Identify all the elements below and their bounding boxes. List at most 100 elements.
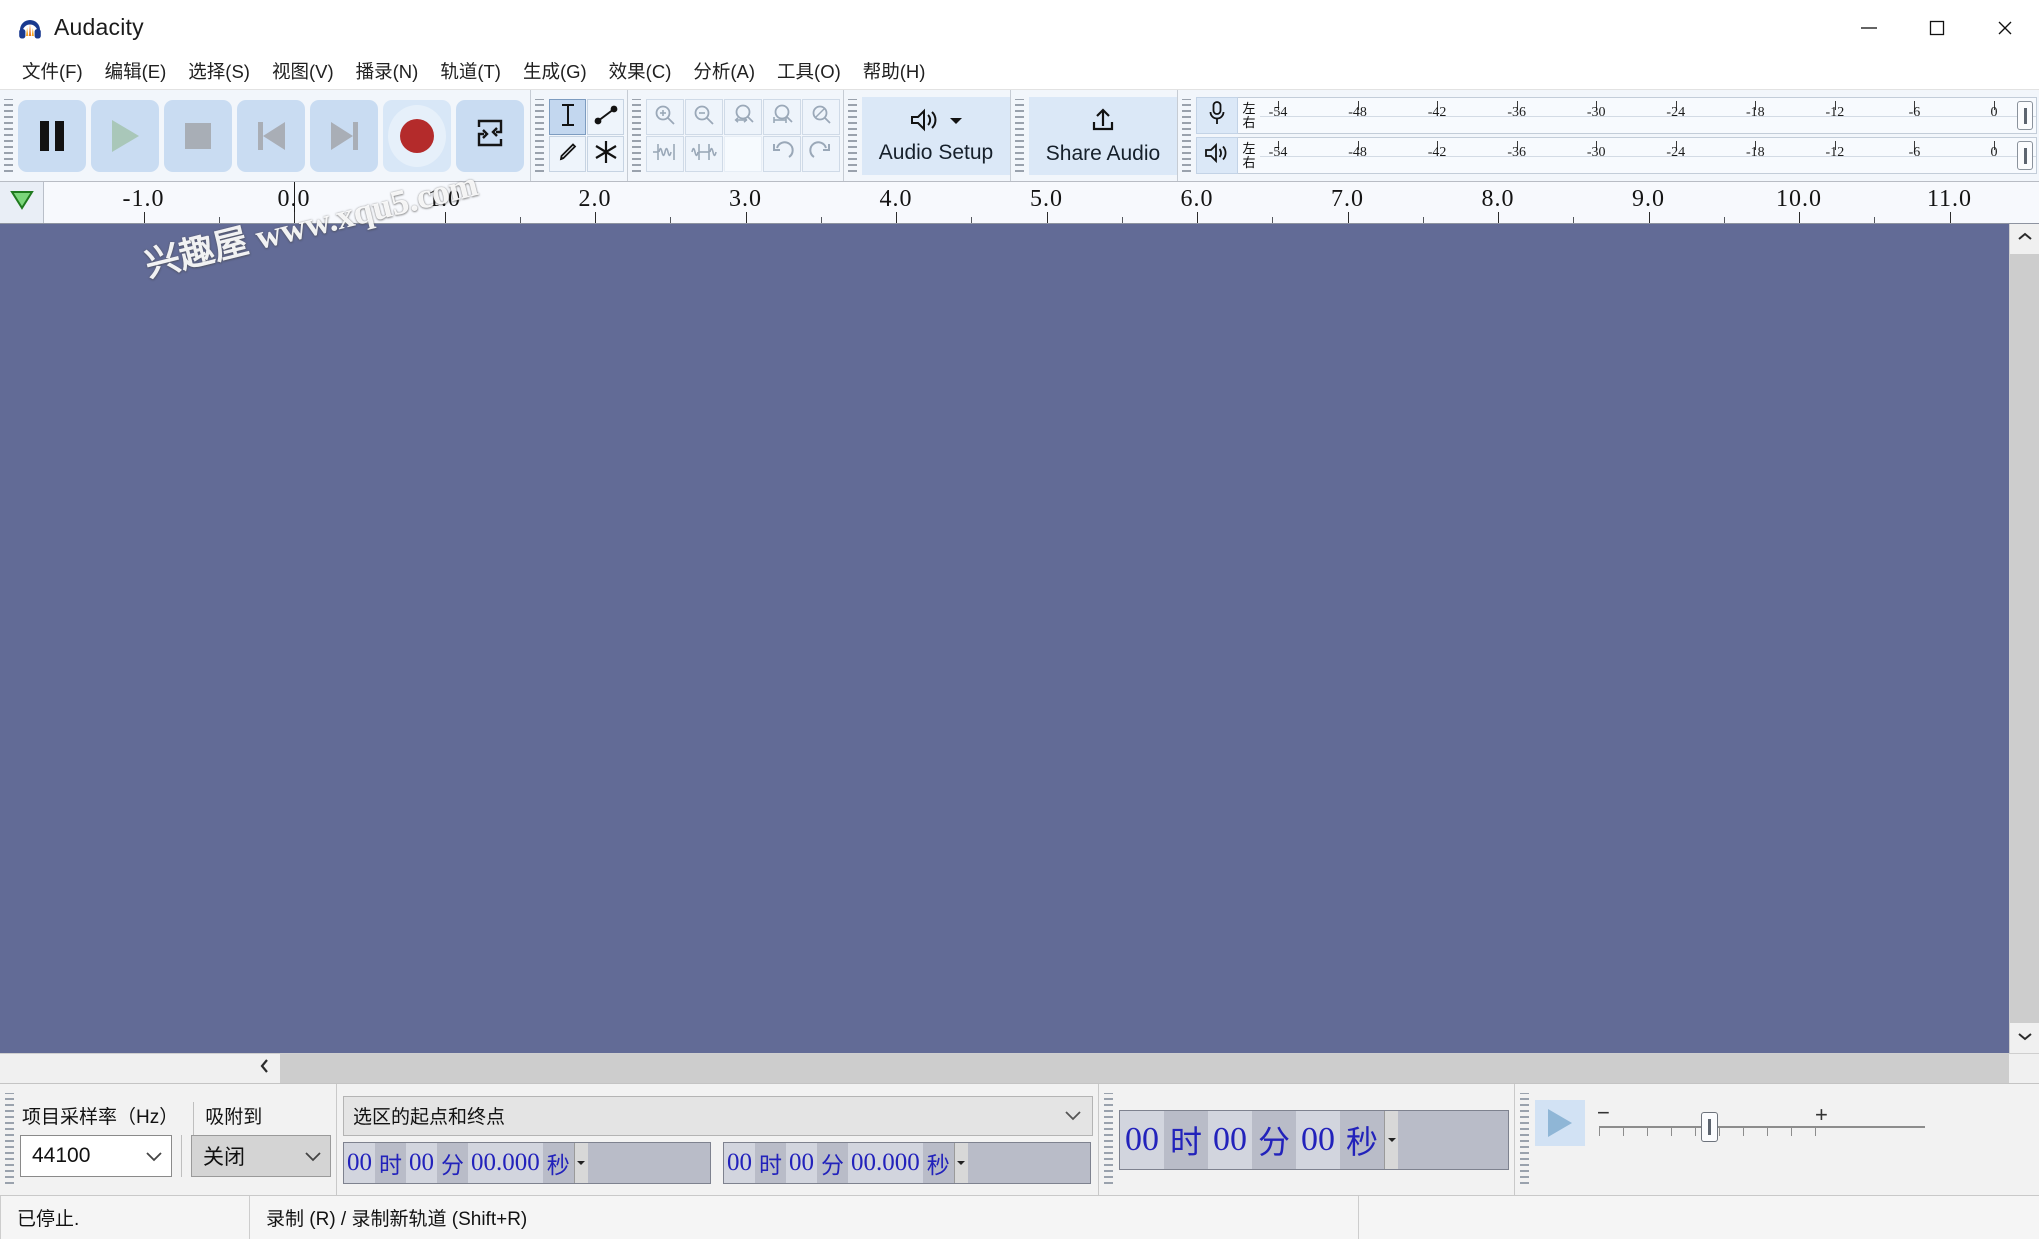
play-speed-slider[interactable]: − +	[1597, 1100, 1927, 1146]
skip-to-end-button[interactable]	[310, 99, 378, 172]
zoom-toggle-button[interactable]	[802, 99, 840, 135]
stop-button[interactable]	[164, 99, 232, 172]
audio-position-dropdown[interactable]	[1384, 1110, 1399, 1169]
meter-scale-label: -42	[1427, 105, 1447, 120]
menu-file[interactable]: 文件(F)	[11, 60, 94, 85]
ruler-minor-tick	[369, 217, 371, 223]
vertical-scrollbar[interactable]	[2009, 224, 2039, 1053]
silence-audio-button[interactable]	[685, 136, 723, 172]
horizontal-scrollbar[interactable]	[0, 1053, 2039, 1083]
envelope-tool[interactable]	[587, 99, 624, 135]
ruler-label: 2.0	[578, 186, 612, 212]
tools-toolbar-grip[interactable]	[534, 98, 545, 173]
rate-snap-group: 项目采样率（Hz） 吸附到 44100 关闭	[20, 1092, 331, 1188]
zoom-out-icon	[692, 103, 716, 132]
position-seconds-unit: 秒	[1346, 1123, 1379, 1160]
snap-to-combo[interactable]: 关闭	[191, 1135, 331, 1177]
meter-scale-label: -48	[1348, 145, 1367, 160]
edit-toolbar-grip[interactable]	[631, 98, 642, 173]
ruler-label: 1.0	[428, 186, 461, 212]
menu-transport[interactable]: 播录(N)	[345, 60, 430, 85]
close-button[interactable]	[1971, 0, 2039, 55]
end-time-dropdown[interactable]	[953, 1142, 968, 1183]
position-seconds[interactable]: 00	[1296, 1110, 1341, 1169]
recording-meter-grip[interactable]	[1181, 98, 1192, 173]
ruler-minor-tick	[1573, 217, 1575, 223]
selection-tool[interactable]	[549, 99, 586, 135]
selection-mode-combo[interactable]: 选区的起点和终点	[343, 1095, 1093, 1136]
menu-generate[interactable]: 生成(G)	[512, 60, 598, 85]
pinned-play-head-icon	[9, 188, 35, 217]
ruler-label: 3.0	[729, 186, 762, 212]
scroll-down-button[interactable]	[2010, 1023, 2039, 1053]
fit-selection-button[interactable]	[724, 99, 762, 135]
selection-start-time-field[interactable]: 00 时 00 分 00.000 秒	[343, 1141, 711, 1184]
playback-meter-slider[interactable]	[2017, 141, 2033, 170]
end-minutes[interactable]: 00	[786, 1142, 817, 1183]
position-minutes[interactable]: 00	[1208, 1110, 1253, 1169]
recording-meter-button[interactable]	[1196, 97, 1238, 134]
menu-analyze[interactable]: 分析(A)	[682, 60, 766, 85]
recording-meter-bar[interactable]: -54 -48 -42 -36 -30 -24 -18 -12 -6 0	[1260, 97, 2037, 134]
play-at-speed-button[interactable]	[1535, 1099, 1585, 1146]
position-hours[interactable]: 00	[1120, 1110, 1164, 1169]
project-rate-combo[interactable]: 44100	[20, 1135, 172, 1177]
draw-tool[interactable]	[549, 136, 586, 172]
share-audio-toolbar-grip[interactable]	[1014, 98, 1025, 173]
end-seconds[interactable]: 00.000	[848, 1142, 923, 1183]
recording-meter-slider[interactable]	[2017, 101, 2033, 130]
record-icon	[400, 118, 434, 153]
track-canvas[interactable]	[0, 224, 2009, 1053]
time-toolbar-grip[interactable]	[1103, 1092, 1114, 1187]
vertical-scrollbar-trough[interactable]	[2010, 254, 2039, 1023]
label-divider	[193, 1102, 195, 1135]
menu-tools[interactable]: 工具(O)	[766, 60, 852, 85]
trim-audio-button[interactable]	[646, 136, 684, 172]
menu-edit[interactable]: 编辑(E)	[94, 60, 178, 85]
menu-effect[interactable]: 效果(C)	[598, 60, 683, 85]
scroll-left-button[interactable]	[250, 1054, 280, 1083]
share-audio-button[interactable]: Share Audio	[1029, 96, 1177, 175]
menu-tracks[interactable]: 轨道(T)	[429, 60, 512, 85]
maximize-button[interactable]	[1903, 0, 1971, 55]
ruler-label: 11.0	[1926, 186, 1973, 212]
skip-to-start-button[interactable]	[237, 99, 305, 172]
play-at-speed-grip[interactable]	[1519, 1092, 1530, 1187]
start-hours-unit: 时	[379, 1152, 402, 1178]
menu-select[interactable]: 选择(S)	[177, 60, 261, 85]
meter-scale-label: -42	[1427, 145, 1447, 160]
redo-button[interactable]	[802, 136, 840, 172]
record-button[interactable]	[383, 99, 451, 172]
audio-setup-button[interactable]: Audio Setup	[862, 96, 1010, 175]
speed-slider-thumb[interactable]	[1701, 1111, 1718, 1142]
start-seconds[interactable]: 00.000	[468, 1142, 543, 1183]
play-at-speed-icon	[1548, 1108, 1572, 1137]
selection-end-time-field[interactable]: 00 时 00 分 00.000 秒	[723, 1141, 1091, 1184]
audio-position-field[interactable]: 00 时 00 分 00 秒	[1119, 1109, 1509, 1170]
start-hours[interactable]: 00	[344, 1142, 375, 1183]
audio-setup-toolbar-grip[interactable]	[847, 98, 858, 173]
start-time-dropdown[interactable]	[573, 1142, 588, 1183]
menu-view[interactable]: 视图(V)	[261, 60, 345, 85]
selection-toolbar-grip[interactable]	[4, 1092, 15, 1187]
pause-button[interactable]	[18, 99, 86, 172]
end-hours[interactable]: 00	[724, 1142, 755, 1183]
zoom-out-button[interactable]	[685, 99, 723, 135]
loop-button[interactable]	[456, 99, 524, 172]
toolbar-dock: Audio Setup Share Audio 左 右 -54 -48 -42 …	[0, 90, 2039, 285]
zoom-in-button[interactable]	[646, 99, 684, 135]
start-minutes[interactable]: 00	[406, 1142, 437, 1183]
menu-help[interactable]: 帮助(H)	[852, 60, 937, 85]
horizontal-scrollbar-trough[interactable]	[280, 1054, 2009, 1083]
fit-project-button[interactable]	[763, 99, 801, 135]
minimize-button[interactable]	[1835, 0, 1903, 55]
undo-button[interactable]	[763, 136, 801, 172]
playback-meter-button[interactable]	[1196, 137, 1238, 174]
transport-toolbar-grip[interactable]	[3, 98, 14, 173]
pinned-play-head-button[interactable]	[0, 182, 44, 223]
play-button[interactable]	[91, 99, 159, 172]
scroll-up-button[interactable]	[2010, 224, 2039, 254]
playback-meter-bar[interactable]: -54 -48 -42 -36 -30 -24 -18 -12 -6 0	[1260, 137, 2037, 174]
multi-tool[interactable]	[587, 136, 624, 172]
timeline-ruler-track[interactable]: -1.0 0.0 1.0 2.0 3.0 4.0 5.0 6.0 7.0 8.0 9.0 10.0 11…	[44, 182, 2039, 223]
